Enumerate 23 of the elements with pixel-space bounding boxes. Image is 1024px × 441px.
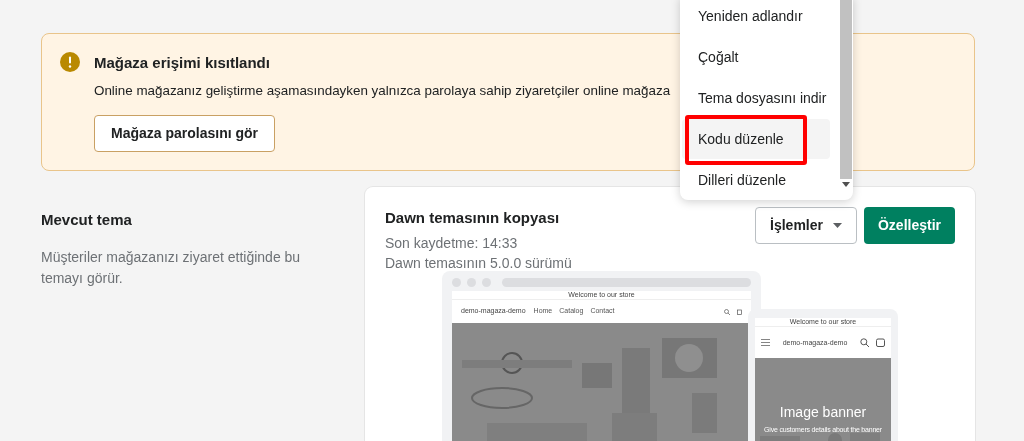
- menu-item[interactable]: Yeniden adlandır: [682, 0, 830, 36]
- search-icon: [860, 338, 869, 347]
- search-icon: [724, 308, 730, 315]
- menu-item[interactable]: Kodu düzenle: [682, 119, 830, 159]
- menu-item[interactable]: Dilleri düzenle: [682, 160, 830, 200]
- customize-button[interactable]: Özelleştir: [863, 207, 955, 244]
- view-password-button[interactable]: Mağaza parolasını gör: [94, 114, 276, 152]
- menu-item[interactable]: Çoğalt: [682, 37, 830, 77]
- bag-icon: [737, 308, 742, 315]
- alert-text: Online mağazanız geliştirme aşamasındayken yalnızca parolaya sahip ziyaretçiler online mağaza: [94, 81, 671, 100]
- alert-title: Mağaza erişimi kısıtlandı: [94, 53, 270, 73]
- caret-icon: [832, 223, 842, 228]
- last-saved-text: Son kaydetme: 14:33: [385, 234, 519, 253]
- theme-version-text: Dawn temasının 5.0.0 sürümü: [385, 254, 572, 273]
- menu-item[interactable]: Tema dosyasını indir: [682, 78, 830, 118]
- section-description: Müşteriler mağazanızı ziyaret ettiğinde bu temayı görür.: [41, 248, 302, 288]
- banner-title: Image banner: [778, 403, 868, 422]
- warning-icon: [60, 52, 80, 72]
- theme-name: Dawn temasının kopyası: [385, 208, 561, 228]
- bag-icon: [876, 338, 885, 347]
- section-title: Mevcut tema: [41, 211, 133, 229]
- menu-icon: [761, 339, 770, 346]
- actions-button[interactable]: İşlemler: [755, 207, 857, 244]
